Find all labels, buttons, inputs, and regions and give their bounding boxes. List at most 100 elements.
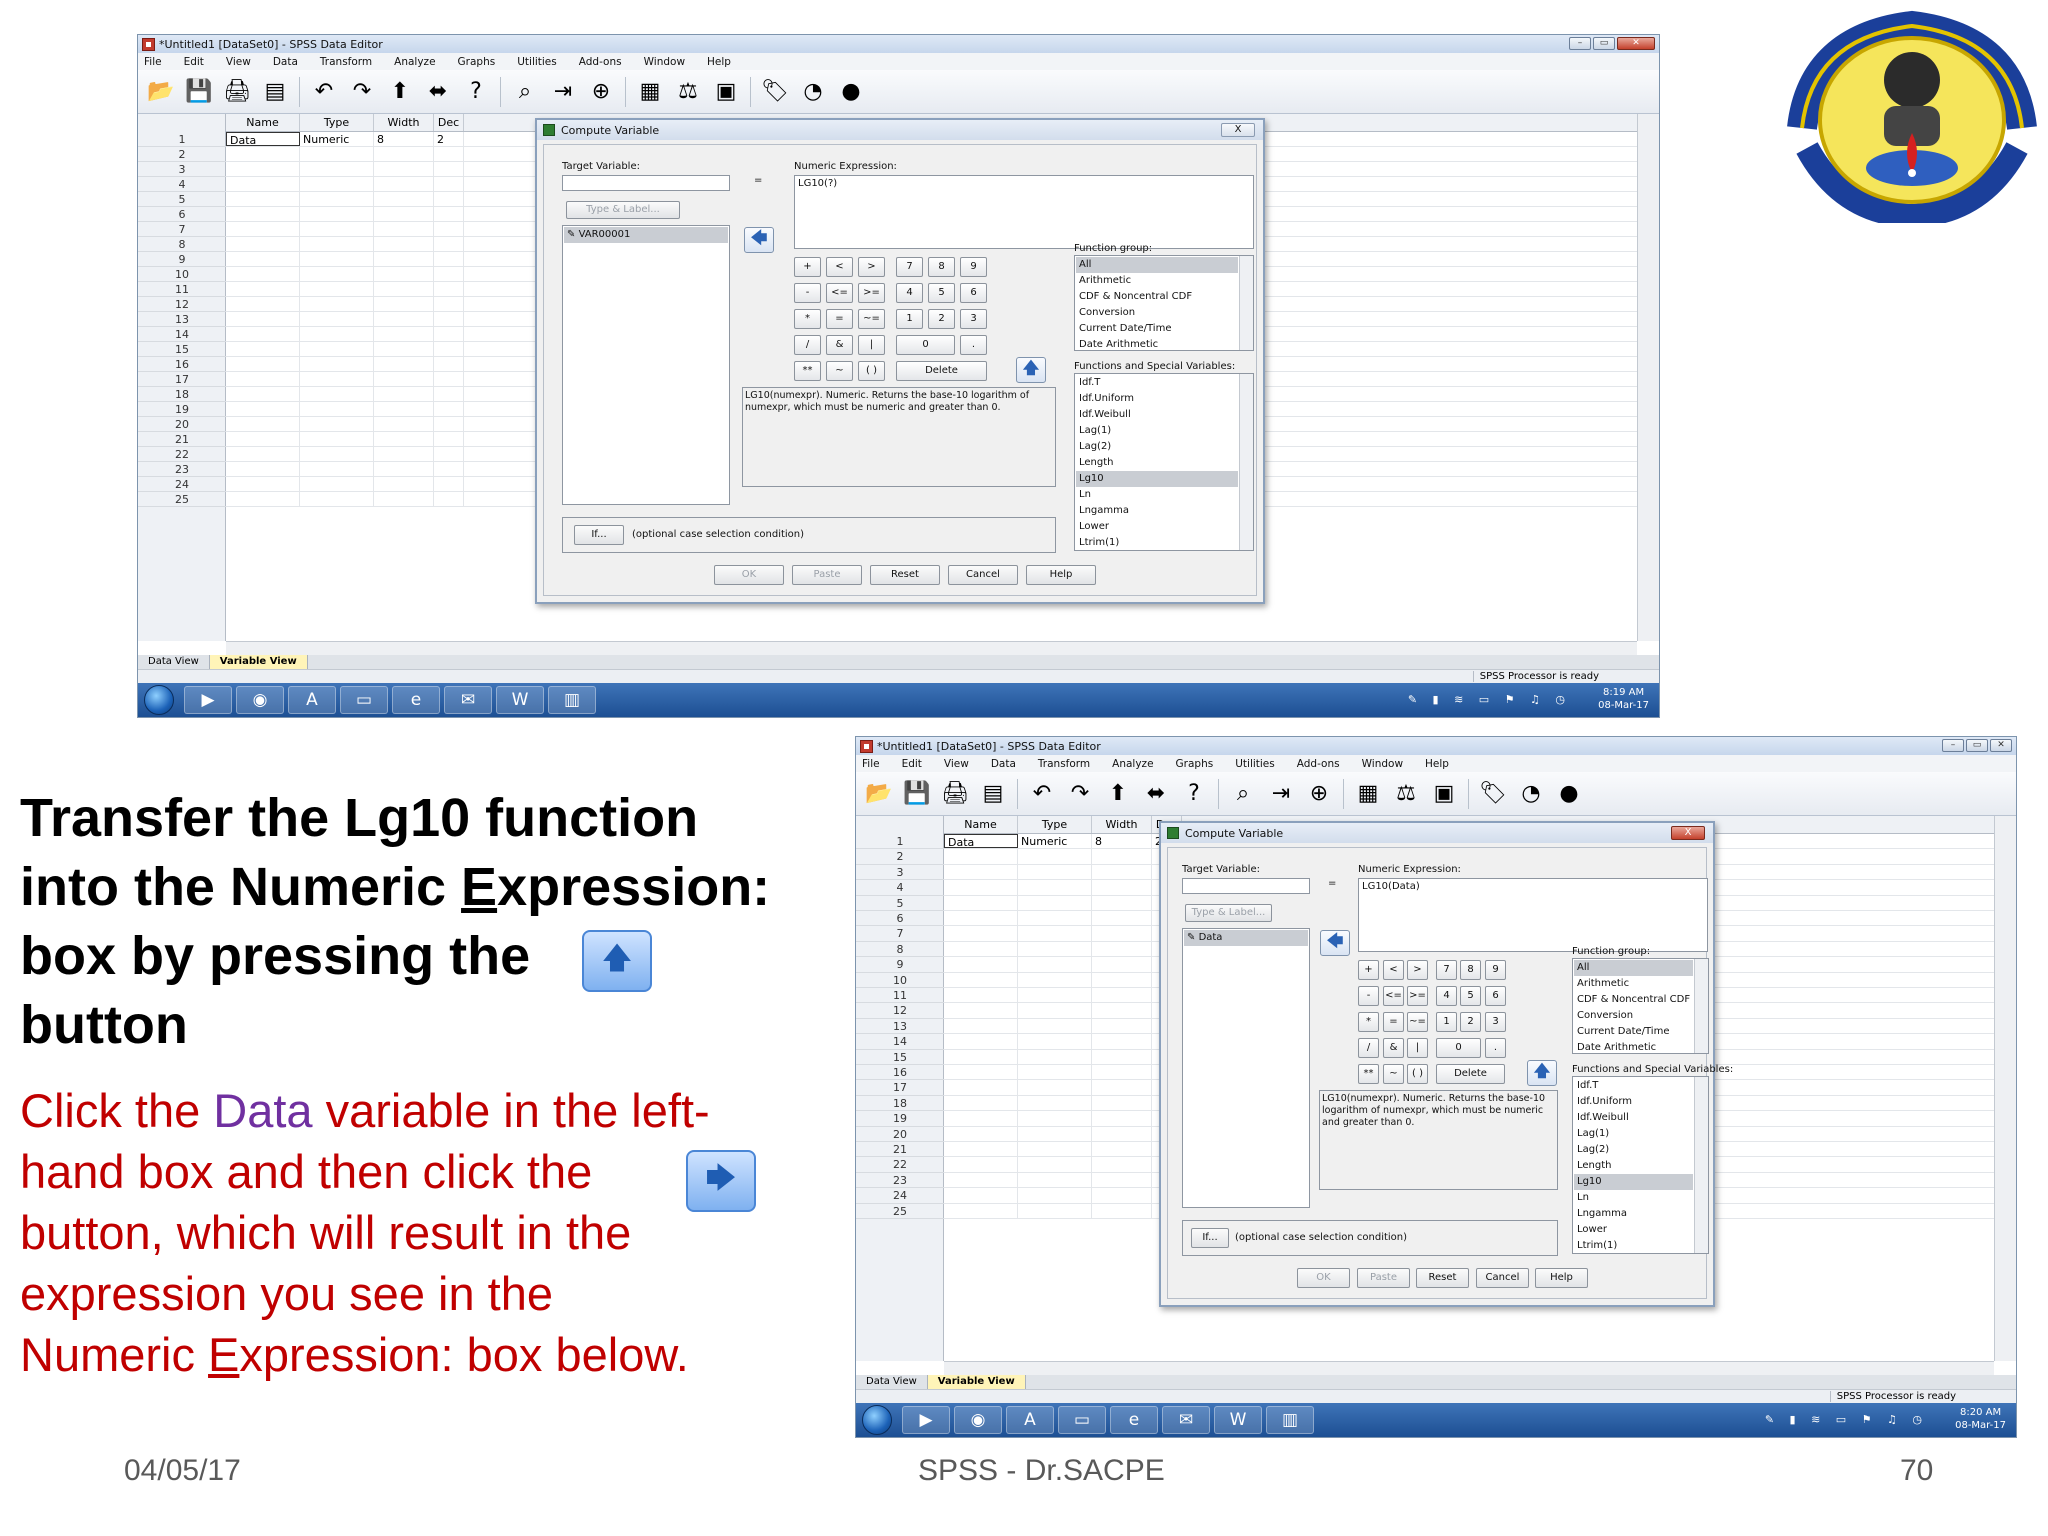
cell-type[interactable] (300, 372, 374, 386)
cell-type[interactable] (300, 252, 374, 266)
goto-variable-icon[interactable]: ⬌ (421, 76, 455, 108)
cell-width[interactable] (374, 372, 434, 386)
function-group-item[interactable]: All (1076, 257, 1238, 273)
keypad-button[interactable]: | (1407, 1038, 1428, 1058)
menu-item-analyze[interactable]: Analyze (1112, 758, 1153, 770)
cell-width[interactable] (374, 492, 434, 506)
row-number[interactable]: 19 (138, 402, 226, 417)
keypad-button[interactable]: + (794, 257, 821, 277)
cell-width[interactable] (374, 327, 434, 341)
keypad-button[interactable]: - (794, 283, 821, 303)
cell-type[interactable] (1018, 849, 1092, 864)
cell-decimals[interactable] (434, 177, 464, 191)
function-item[interactable]: Idf.T (1574, 1078, 1693, 1094)
column-header-type[interactable]: Type (1018, 816, 1092, 833)
cell-type[interactable] (300, 222, 374, 236)
variable-list-item[interactable]: ✎ VAR00001 (564, 227, 728, 243)
cell-width[interactable] (374, 462, 434, 476)
cell-name[interactable] (944, 1111, 1018, 1126)
functions-list[interactable]: Idf.T Idf.Uniform Idf.Weibull Lag(1) Lag(2) L… (1572, 1076, 1709, 1254)
cancel-button[interactable]: Cancel (948, 565, 1018, 585)
cell-width[interactable] (374, 312, 434, 326)
cell-width[interactable] (1092, 1049, 1152, 1064)
cell-type[interactable] (1018, 1080, 1092, 1095)
type-label-button[interactable]: Type & Label... (566, 201, 680, 219)
cell-width[interactable] (374, 417, 434, 431)
tab-variable-view[interactable]: Variable View (927, 1375, 1026, 1389)
cell-width[interactable]: 8 (1092, 834, 1152, 849)
menu-item-help[interactable]: Help (707, 56, 731, 68)
keypad-button[interactable]: 7 (896, 257, 923, 277)
value-labels-icon[interactable]: 🏷 (1476, 778, 1510, 810)
cell-width[interactable] (1092, 911, 1152, 926)
menu-item-help[interactable]: Help (1425, 758, 1449, 770)
if-button[interactable]: If... (1191, 1228, 1229, 1248)
menu-item-transform[interactable]: Transform (320, 56, 372, 68)
column-header-dec[interactable]: Dec (434, 114, 464, 131)
cell-type[interactable] (300, 312, 374, 326)
cell-name[interactable] (226, 417, 300, 431)
cell-name[interactable] (944, 926, 1018, 941)
variable-list[interactable]: ✎ Data (1182, 928, 1310, 1208)
keypad-button[interactable]: ~= (858, 309, 885, 329)
keypad-button[interactable]: >= (1407, 986, 1428, 1006)
menu-item-edit[interactable]: Edit (184, 56, 204, 68)
paste-button[interactable]: Paste (792, 565, 862, 585)
ok-button[interactable]: OK (714, 565, 784, 585)
keypad-button[interactable]: 1 (1436, 1012, 1457, 1032)
cell-name[interactable] (226, 312, 300, 326)
function-item[interactable]: Length (1574, 1158, 1693, 1174)
keypad-button[interactable]: 8 (928, 257, 955, 277)
cell-name[interactable] (226, 387, 300, 401)
cell-decimals[interactable] (434, 402, 464, 416)
minimize-button[interactable]: – (1569, 37, 1591, 50)
cell-width[interactable] (374, 222, 434, 236)
cell-type[interactable] (1018, 1018, 1092, 1034)
keypad-button[interactable]: + (1358, 960, 1379, 980)
function-item[interactable]: Ln (1574, 1190, 1693, 1206)
cell-decimals[interactable] (434, 342, 464, 356)
cell-type[interactable] (1018, 941, 1092, 957)
function-item[interactable]: Idf.Uniform (1574, 1094, 1693, 1110)
keypad-button[interactable]: 8 (1460, 960, 1481, 980)
row-number[interactable]: 4 (856, 880, 944, 896)
row-number[interactable]: 9 (138, 252, 226, 267)
cell-name[interactable] (226, 462, 300, 476)
cell-name[interactable] (944, 895, 1018, 910)
function-item[interactable]: Ltrim(1) (1076, 535, 1238, 551)
cell-decimals[interactable] (434, 417, 464, 431)
cell-name[interactable] (226, 237, 300, 251)
row-number[interactable]: 17 (856, 1080, 944, 1096)
function-group-list[interactable]: All Arithmetic CDF & Noncentral CDF Convers… (1572, 958, 1709, 1054)
row-number[interactable]: 14 (138, 327, 226, 342)
function-group-item[interactable]: Conversion (1574, 1008, 1693, 1024)
keypad-button[interactable]: ( ) (858, 361, 885, 381)
paste-button[interactable]: Paste (1357, 1268, 1410, 1288)
row-number[interactable]: 10 (856, 973, 944, 988)
cell-type[interactable] (1018, 1126, 1092, 1141)
system-tray-icons[interactable]: ✎ ▮ ≋ ▭ ⚑ ♫ ◷ (1408, 693, 1571, 706)
cell-name[interactable] (226, 492, 300, 506)
cell-width[interactable] (374, 237, 434, 251)
ok-button[interactable]: OK (1297, 1268, 1350, 1288)
function-item[interactable]: Ltrim(1) (1574, 1238, 1693, 1254)
cell-type[interactable] (1018, 1111, 1092, 1126)
target-variable-input[interactable] (562, 175, 730, 191)
insert-function-up-arrow-button[interactable]: 🡅 (1527, 1060, 1557, 1086)
redo-icon[interactable]: ↷ (345, 76, 379, 108)
cell-decimals[interactable]: 2 (434, 132, 464, 146)
cell-name[interactable] (226, 477, 300, 491)
keypad-button[interactable]: 6 (1485, 986, 1506, 1006)
keypad-button[interactable]: - (1358, 986, 1379, 1006)
explorer-icon[interactable]: ▭ (340, 686, 388, 714)
cell-decimals[interactable] (434, 252, 464, 266)
menu-item-window[interactable]: Window (1362, 758, 1403, 770)
cell-type[interactable]: Numeric (1018, 834, 1092, 849)
cell-name[interactable] (944, 972, 1018, 987)
cell-type[interactable] (1018, 911, 1092, 926)
cell-decimals[interactable] (434, 447, 464, 461)
cell-decimals[interactable] (434, 192, 464, 206)
cell-type[interactable] (300, 267, 374, 281)
media-player-icon[interactable]: ▶ (184, 686, 232, 714)
function-item[interactable]: Lg10 (1574, 1174, 1693, 1190)
